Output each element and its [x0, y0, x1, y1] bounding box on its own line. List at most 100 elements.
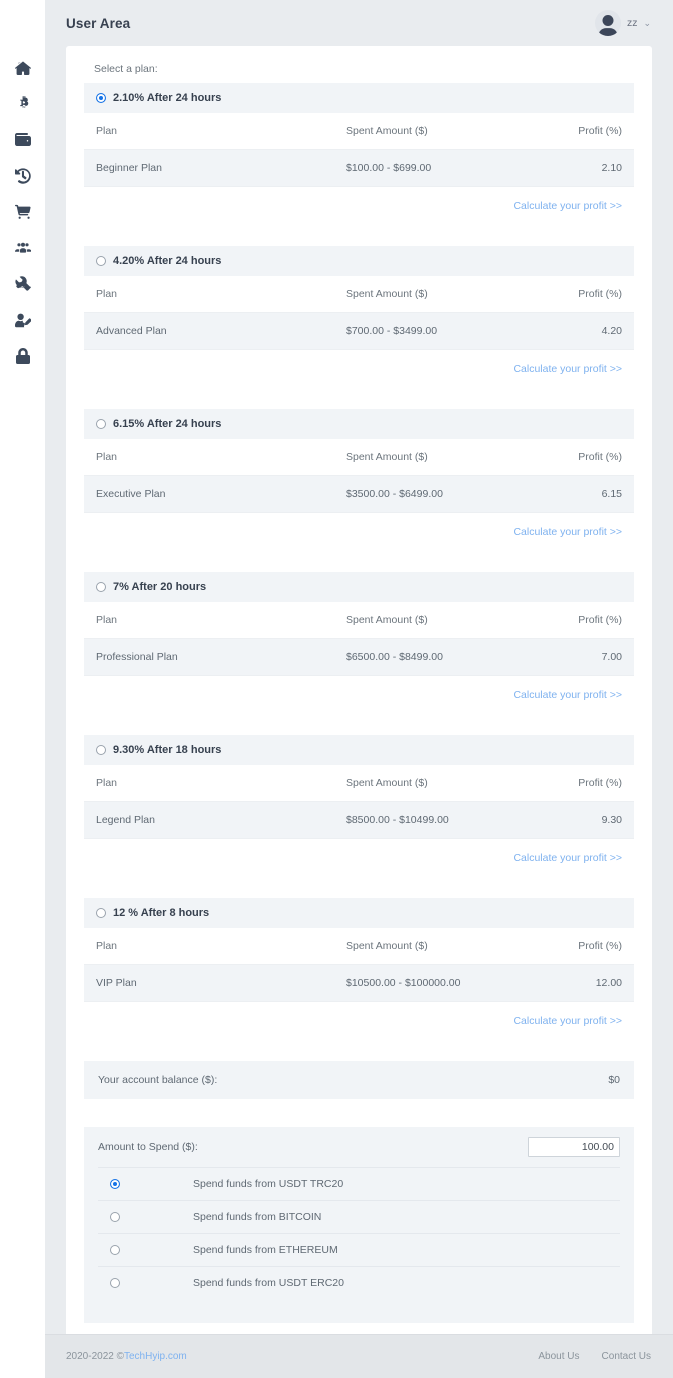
plan-option-row[interactable]: 9.30% After 18 hours — [84, 735, 634, 765]
payment-method-row[interactable]: Spend funds from USDT ERC20 — [98, 1266, 620, 1299]
select-plan-label: Select a plan: — [94, 63, 158, 75]
payment-method-row[interactable]: Spend funds from ETHEREUM — [98, 1233, 620, 1266]
app-root: User Area zz ⌄ Select a plan: 2.10% Afte… — [0, 0, 673, 1378]
plan-option-row[interactable]: 2.10% After 24 hours — [84, 83, 634, 113]
user-edit-icon — [14, 312, 31, 328]
col-plan: Plan — [84, 602, 334, 639]
chevron-down-icon[interactable]: ⌄ — [643, 18, 651, 28]
payment-method-row[interactable]: Spend funds from USDT TRC20 — [98, 1167, 620, 1200]
top-bar: User Area zz ⌄ — [45, 0, 673, 46]
cell-profit: 9.30 — [524, 801, 634, 839]
plan-block: 2.10% After 24 hours Plan Spent Amount (… — [84, 83, 634, 234]
table-row: Beginner Plan $100.00 - $699.00 2.10 — [84, 149, 634, 187]
amount-to-spend-label: Amount to Spend ($): — [98, 1141, 198, 1153]
table-row: Advanced Plan $700.00 - $3499.00 4.20 — [84, 312, 634, 350]
sidebar-item-home[interactable] — [0, 50, 45, 86]
cell-spent-range: $100.00 - $699.00 — [334, 149, 524, 187]
calculate-profit-link[interactable]: Calculate your profit >> — [513, 363, 622, 375]
home-icon — [14, 60, 31, 76]
wallet-icon — [14, 132, 31, 148]
plans-card: Select a plan: 2.10% After 24 hours Plan… — [66, 46, 652, 1334]
col-plan: Plan — [84, 928, 334, 965]
plan-block: 6.15% After 24 hours Plan Spent Amount (… — [84, 409, 634, 560]
brand-link[interactable]: TechHyip.com — [124, 1351, 187, 1362]
plan-heading: 6.15% After 24 hours — [113, 418, 222, 430]
sidebar-item-security[interactable] — [0, 338, 45, 374]
col-spent-amount: Spent Amount ($) — [334, 276, 524, 313]
payment-method-radio[interactable] — [110, 1212, 120, 1222]
footer-links: About Us Contact Us — [538, 1351, 651, 1362]
footer-link-about-us[interactable]: About Us — [538, 1351, 579, 1362]
user-name-label: zz — [626, 17, 638, 29]
calculate-profit-link[interactable]: Calculate your profit >> — [513, 852, 622, 864]
calculate-row: Calculate your profit >> — [84, 513, 634, 560]
copyright-prefix: 2020-2022 © — [66, 1351, 124, 1362]
table-header-row: Plan Spent Amount ($) Profit (%) — [84, 928, 634, 965]
calculate-profit-link[interactable]: Calculate your profit >> — [513, 200, 622, 212]
plan-radio[interactable] — [96, 582, 106, 592]
calculate-profit-link[interactable]: Calculate your profit >> — [513, 1015, 622, 1027]
cell-profit: 6.15 — [524, 475, 634, 513]
payment-method-radio[interactable] — [110, 1278, 120, 1288]
account-balance-row: Your account balance ($): $0 — [84, 1061, 634, 1099]
calculate-profit-link[interactable]: Calculate your profit >> — [513, 526, 622, 538]
plan-option-row[interactable]: 12 % After 8 hours — [84, 898, 634, 928]
calculate-row: Calculate your profit >> — [84, 350, 634, 397]
cell-profit: 7.00 — [524, 638, 634, 676]
plan-option-row[interactable]: 7% After 20 hours — [84, 572, 634, 602]
users-icon — [14, 240, 31, 256]
calculate-profit-link[interactable]: Calculate your profit >> — [513, 689, 622, 701]
spend-panel: Amount to Spend ($): Spend funds from US… — [84, 1127, 634, 1323]
amount-input[interactable] — [528, 1137, 620, 1157]
sidebar-item-tools[interactable] — [0, 266, 45, 302]
footer: 2020-2022 ©TechHyip.com About Us Contact… — [45, 1334, 673, 1378]
table-row: Executive Plan $3500.00 - $6499.00 6.15 — [84, 475, 634, 513]
sidebar-item-users[interactable] — [0, 230, 45, 266]
payment-method-radio[interactable] — [110, 1179, 120, 1189]
cell-plan-name: Beginner Plan — [84, 149, 334, 187]
payment-method-label: Spend funds from ETHEREUM — [193, 1244, 338, 1256]
plan-heading: 4.20% After 24 hours — [113, 255, 222, 267]
table-row: Professional Plan $6500.00 - $8499.00 7.… — [84, 638, 634, 676]
user-menu[interactable]: zz ⌄ — [594, 10, 651, 36]
payment-method-label: Spend funds from USDT ERC20 — [193, 1277, 344, 1289]
col-profit: Profit (%) — [524, 928, 634, 965]
plan-radio[interactable] — [96, 745, 106, 755]
plan-heading: 2.10% After 24 hours — [113, 92, 222, 104]
amount-row: Amount to Spend ($): — [84, 1127, 634, 1167]
col-spent-amount: Spent Amount ($) — [334, 765, 524, 802]
sidebar-item-bitcoin[interactable] — [0, 86, 45, 122]
payment-method-row[interactable]: Spend funds from BITCOIN — [98, 1200, 620, 1233]
history-clock-icon — [14, 168, 31, 184]
plan-option-row[interactable]: 6.15% After 24 hours — [84, 409, 634, 439]
tools-icon — [14, 276, 31, 292]
avatar — [594, 10, 621, 36]
cell-plan-name: Professional Plan — [84, 638, 334, 676]
calculate-row: Calculate your profit >> — [84, 1002, 634, 1049]
cell-plan-name: Legend Plan — [84, 801, 334, 839]
cell-profit: 4.20 — [524, 312, 634, 350]
payment-method-label: Spend funds from BITCOIN — [193, 1211, 322, 1223]
plan-block: 9.30% After 18 hours Plan Spent Amount (… — [84, 735, 634, 886]
plan-radio[interactable] — [96, 93, 106, 103]
sidebar-item-store[interactable] — [0, 194, 45, 230]
plan-radio[interactable] — [96, 256, 106, 266]
sidebar-item-wallet[interactable] — [0, 122, 45, 158]
table-row: Legend Plan $8500.00 - $10499.00 9.30 — [84, 801, 634, 839]
account-balance-label: Your account balance ($): — [98, 1074, 218, 1086]
sidebar-item-profile-edit[interactable] — [0, 302, 45, 338]
plan-radio[interactable] — [96, 419, 106, 429]
plan-heading: 9.30% After 18 hours — [113, 744, 222, 756]
plan-option-row[interactable]: 4.20% After 24 hours — [84, 246, 634, 276]
payment-method-radio[interactable] — [110, 1245, 120, 1255]
col-profit: Profit (%) — [524, 276, 634, 313]
sidebar-item-history[interactable] — [0, 158, 45, 194]
cell-plan-name: Executive Plan — [84, 475, 334, 513]
plan-radio[interactable] — [96, 908, 106, 918]
footer-link-contact-us[interactable]: Contact Us — [602, 1351, 651, 1362]
col-spent-amount: Spent Amount ($) — [334, 113, 524, 150]
col-plan: Plan — [84, 113, 334, 150]
col-profit: Profit (%) — [524, 113, 634, 150]
user-avatar-icon — [598, 15, 618, 36]
col-spent-amount: Spent Amount ($) — [334, 439, 524, 476]
